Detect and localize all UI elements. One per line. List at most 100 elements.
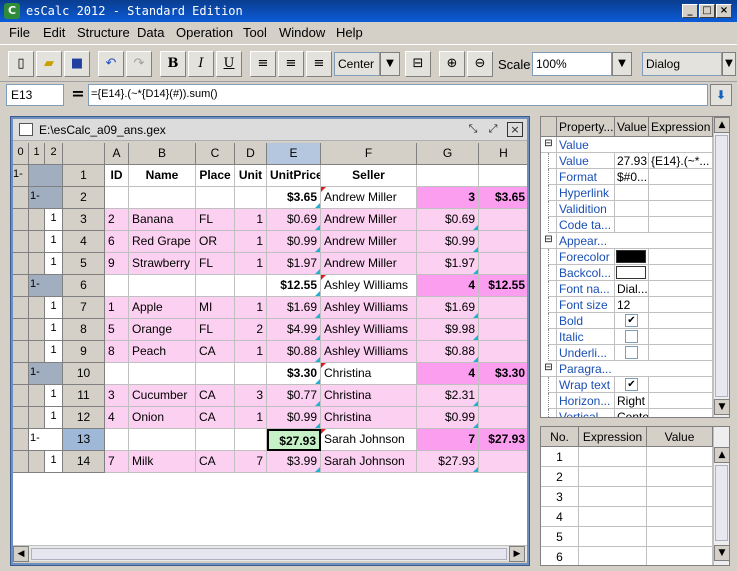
- cell-a7[interactable]: 1: [105, 297, 129, 319]
- open-file-button[interactable]: ▰: [36, 51, 62, 77]
- save-button[interactable]: ■: [64, 51, 90, 77]
- cell-f9[interactable]: Ashley Williams: [321, 341, 417, 363]
- property-name[interactable]: Vertical: [557, 409, 615, 417]
- property-value[interactable]: Dial...: [615, 281, 649, 297]
- cell-a8[interactable]: 5: [105, 319, 129, 341]
- property-group[interactable]: Appear...: [557, 233, 713, 249]
- cell-c14[interactable]: CA: [196, 451, 235, 473]
- row-header[interactable]: 10: [63, 363, 105, 385]
- cell-c6[interactable]: [196, 275, 235, 297]
- cell-e1[interactable]: UnitPrice: [267, 165, 321, 187]
- cell-a6[interactable]: [105, 275, 129, 297]
- minimize-doc-icon[interactable]: ⤡: [465, 122, 481, 137]
- cell-g4[interactable]: $0.99: [417, 231, 479, 253]
- cell-g8[interactable]: $9.98: [417, 319, 479, 341]
- scroll-thumb[interactable]: [715, 135, 728, 397]
- group-collapse-toggle[interactable]: 1-: [29, 275, 63, 297]
- expressions-header-0[interactable]: No.: [541, 427, 579, 447]
- cell-f2[interactable]: Andrew Miller: [321, 187, 417, 209]
- cell-f5[interactable]: Andrew Miller: [321, 253, 417, 275]
- cell-a1[interactable]: ID: [105, 165, 129, 187]
- row-header[interactable]: 9: [63, 341, 105, 363]
- property-name[interactable]: Font na...: [557, 281, 615, 297]
- cell-d2[interactable]: [235, 187, 267, 209]
- cell-e10[interactable]: $3.30: [267, 363, 321, 385]
- cell-h14[interactable]: [479, 451, 527, 473]
- cell-reference-input[interactable]: E13: [6, 84, 64, 106]
- cell-c11[interactable]: CA: [196, 385, 235, 407]
- level-cell[interactable]: 1: [45, 253, 63, 275]
- expression-cell[interactable]: [579, 467, 647, 487]
- property-value[interactable]: [615, 217, 649, 233]
- cell-b5[interactable]: Strawberry: [129, 253, 196, 275]
- row-header[interactable]: 8: [63, 319, 105, 341]
- row-header[interactable]: 12: [63, 407, 105, 429]
- cell-f10[interactable]: Christina: [321, 363, 417, 385]
- maximize-button[interactable]: □: [699, 4, 715, 18]
- cell-e7[interactable]: $1.69: [267, 297, 321, 319]
- tree-node-toggle[interactable]: ⊟: [541, 233, 557, 249]
- scroll-left-icon[interactable]: ◀: [13, 546, 29, 562]
- cell-d4[interactable]: 1: [235, 231, 267, 253]
- level-cell[interactable]: 1-: [13, 165, 29, 187]
- cell-h13[interactable]: $27.93: [479, 429, 527, 451]
- cell-e12[interactable]: $0.99: [267, 407, 321, 429]
- cell-f12[interactable]: Christina: [321, 407, 417, 429]
- scroll-thumb[interactable]: [715, 465, 728, 541]
- row-header[interactable]: 2: [63, 187, 105, 209]
- color-swatch[interactable]: [615, 265, 649, 281]
- level-cell[interactable]: 1: [45, 231, 63, 253]
- cell-c10[interactable]: [196, 363, 235, 385]
- cell-d7[interactable]: 1: [235, 297, 267, 319]
- cell-h1[interactable]: [479, 165, 527, 187]
- group-collapse-toggle[interactable]: 1-: [29, 187, 63, 209]
- column-header-b[interactable]: B: [129, 143, 196, 165]
- property-name[interactable]: Font size: [557, 297, 615, 313]
- cell-h8[interactable]: [479, 319, 527, 341]
- cell-e3[interactable]: $0.69: [267, 209, 321, 231]
- column-header-f[interactable]: F: [321, 143, 417, 165]
- property-checkbox-cell[interactable]: [615, 345, 649, 361]
- property-expression[interactable]: [649, 377, 713, 393]
- cell-d3[interactable]: 1: [235, 209, 267, 231]
- row-header[interactable]: 4: [63, 231, 105, 253]
- property-expression[interactable]: [649, 313, 713, 329]
- cell-b1[interactable]: Name: [129, 165, 196, 187]
- checkbox[interactable]: [625, 330, 638, 343]
- cell-g9[interactable]: $0.88: [417, 341, 479, 363]
- cell-f7[interactable]: Ashley Williams: [321, 297, 417, 319]
- menu-tool[interactable]: Tool: [243, 25, 267, 40]
- zoom-in-button[interactable]: ⊕: [439, 51, 465, 77]
- level-cell[interactable]: 1: [45, 451, 63, 473]
- cell-b9[interactable]: Peach: [129, 341, 196, 363]
- cell-h4[interactable]: [479, 231, 527, 253]
- restore-doc-icon[interactable]: ⤢: [485, 122, 501, 137]
- property-name[interactable]: Value: [557, 153, 615, 169]
- zoom-out-button[interactable]: ⊖: [467, 51, 493, 77]
- menu-help[interactable]: Help: [336, 25, 363, 40]
- property-expression[interactable]: [649, 169, 713, 185]
- level-cell[interactable]: 1: [45, 341, 63, 363]
- cell-a5[interactable]: 9: [105, 253, 129, 275]
- property-name[interactable]: Wrap text: [557, 377, 615, 393]
- level-button-1[interactable]: 1: [29, 143, 45, 165]
- cell-f11[interactable]: Christina: [321, 385, 417, 407]
- cell-b6[interactable]: [129, 275, 196, 297]
- expression-value-cell[interactable]: [647, 447, 713, 467]
- cell-d10[interactable]: [235, 363, 267, 385]
- cell-a10[interactable]: [105, 363, 129, 385]
- expression-value-cell[interactable]: [647, 467, 713, 487]
- group-collapse-toggle[interactable]: 1-: [29, 363, 63, 385]
- property-name[interactable]: Italic: [557, 329, 615, 345]
- cell-h12[interactable]: [479, 407, 527, 429]
- cell-a13[interactable]: [105, 429, 129, 451]
- level-cell[interactable]: 1: [45, 385, 63, 407]
- column-header-e[interactable]: E: [267, 143, 321, 165]
- property-checkbox-cell[interactable]: [615, 329, 649, 345]
- property-value[interactable]: 12: [615, 297, 649, 313]
- row-header[interactable]: 13: [63, 429, 105, 451]
- cell-a9[interactable]: 8: [105, 341, 129, 363]
- property-expression[interactable]: [649, 297, 713, 313]
- scroll-down-icon[interactable]: ▼: [714, 545, 729, 561]
- property-name[interactable]: Forecolor: [557, 249, 615, 265]
